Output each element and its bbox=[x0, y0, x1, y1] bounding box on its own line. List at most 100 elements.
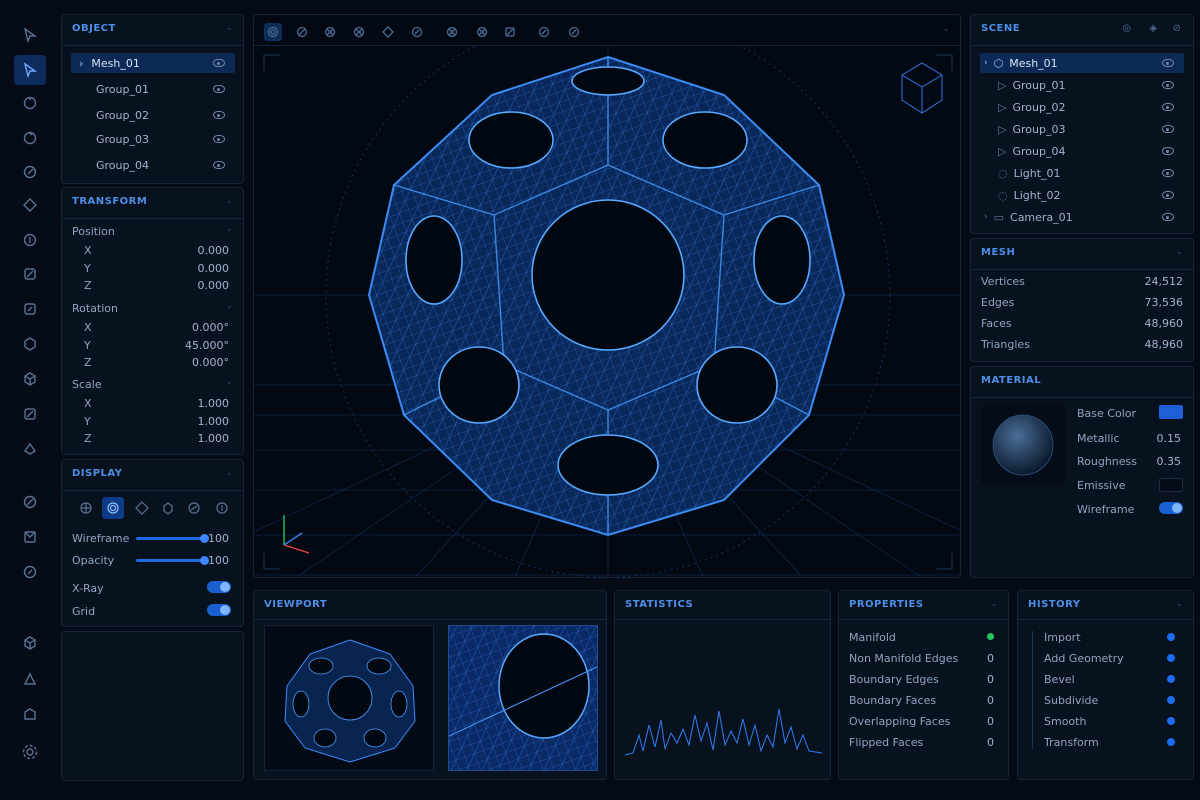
view-snap-icon[interactable] bbox=[409, 24, 425, 40]
settings-gear-icon[interactable] bbox=[14, 737, 46, 767]
scale-x-value[interactable]: 1.000 bbox=[198, 397, 230, 410]
view-pivot-icon[interactable] bbox=[444, 24, 460, 40]
scale-z-value[interactable]: 1.000 bbox=[198, 432, 230, 445]
viewport-thumbnail-full[interactable] bbox=[264, 625, 434, 771]
scene-item-camera-01[interactable]: › ▭ Camera_01 bbox=[980, 207, 1184, 227]
visibility-eye-icon[interactable] bbox=[1162, 169, 1174, 177]
mirror-tool-icon[interactable] bbox=[14, 522, 46, 552]
chevron-down-icon[interactable]: ⌄ bbox=[225, 468, 233, 478]
view-camera-icon[interactable] bbox=[474, 24, 490, 40]
view-overlay-icon[interactable] bbox=[566, 24, 582, 40]
position-x-value[interactable]: 0.000 bbox=[198, 244, 230, 257]
visibility-eye-icon[interactable] bbox=[1162, 191, 1174, 199]
scene-item-light-02[interactable]: ◌ Light_02 bbox=[980, 185, 1184, 205]
emissive-swatch[interactable] bbox=[1159, 478, 1183, 492]
viewport-thumbnail-zoom[interactable] bbox=[448, 625, 598, 771]
base-color-swatch[interactable] bbox=[1159, 405, 1183, 419]
history-item-subdivide[interactable]: Subdivide bbox=[1044, 694, 1098, 707]
scene-item-group-04[interactable]: ▷ Group_04 bbox=[980, 141, 1184, 161]
opacity-slider[interactable] bbox=[136, 556, 209, 565]
chevron-down-icon[interactable]: ⌄ bbox=[1175, 247, 1183, 257]
visibility-eye-icon[interactable] bbox=[213, 111, 225, 119]
paint-tool-icon[interactable] bbox=[14, 557, 46, 587]
visibility-eye-icon[interactable] bbox=[1162, 213, 1174, 221]
view-wire-icon[interactable] bbox=[294, 24, 310, 40]
bevel-tool-icon[interactable] bbox=[14, 434, 46, 464]
edit-tool-icon[interactable] bbox=[14, 294, 46, 324]
pointer-tool-icon[interactable] bbox=[14, 55, 46, 85]
transform-tool-icon[interactable] bbox=[14, 190, 46, 220]
visibility-eye-icon[interactable] bbox=[213, 59, 225, 67]
sculpt-tool-icon[interactable] bbox=[14, 487, 46, 517]
object-item-group-02[interactable]: Group_02 bbox=[71, 105, 235, 125]
xray-toggle[interactable] bbox=[207, 581, 231, 593]
visibility-eye-icon[interactable] bbox=[1162, 103, 1174, 111]
chevron-down-icon[interactable]: ⌄ bbox=[225, 377, 233, 387]
view-edge-icon[interactable] bbox=[351, 24, 367, 40]
visibility-eye-icon[interactable] bbox=[1162, 147, 1174, 155]
visibility-eye-icon[interactable] bbox=[1162, 81, 1174, 89]
rotation-y-value[interactable]: 45.000° bbox=[185, 339, 229, 352]
rotate-tool-icon[interactable] bbox=[14, 123, 46, 153]
display-mode-rendered-icon[interactable] bbox=[158, 498, 178, 518]
snap-tool-icon[interactable] bbox=[14, 225, 46, 255]
scale-y-value[interactable]: 1.000 bbox=[198, 415, 230, 428]
visibility-eye-icon[interactable] bbox=[1162, 59, 1174, 67]
object-item-mesh[interactable]: › Mesh_01 bbox=[71, 53, 235, 73]
history-item-smooth[interactable]: Smooth bbox=[1044, 715, 1086, 728]
wireframe-slider[interactable] bbox=[136, 534, 209, 543]
select-tool-icon[interactable] bbox=[14, 20, 46, 50]
history-item-transform[interactable]: Transform bbox=[1044, 736, 1099, 749]
rotation-z-value[interactable]: 0.000° bbox=[192, 356, 229, 369]
history-item-add-geometry[interactable]: Add Geometry bbox=[1044, 652, 1124, 665]
curve-tool-icon[interactable] bbox=[14, 664, 46, 694]
object-item-group-01[interactable]: Group_01 bbox=[71, 79, 235, 99]
visibility-eye-icon[interactable] bbox=[213, 135, 225, 143]
object-tool-icon[interactable] bbox=[14, 628, 46, 658]
visibility-eye-icon[interactable] bbox=[213, 161, 225, 169]
history-item-import[interactable]: Import bbox=[1044, 631, 1081, 644]
extrude-tool-icon[interactable] bbox=[14, 329, 46, 359]
grid-toggle[interactable] bbox=[207, 604, 231, 616]
knife-tool-icon[interactable] bbox=[14, 399, 46, 429]
display-mode-uv-icon[interactable] bbox=[212, 498, 232, 518]
display-mode-material-icon[interactable] bbox=[132, 498, 152, 518]
position-y-value[interactable]: 0.000 bbox=[198, 262, 230, 275]
view-vertex-icon[interactable] bbox=[322, 24, 338, 40]
main-viewport[interactable]: ⌄ bbox=[253, 14, 961, 578]
object-item-group-04[interactable]: Group_04 bbox=[71, 155, 235, 175]
chevron-down-icon[interactable]: ⌄ bbox=[1175, 599, 1183, 609]
cube-tool-icon[interactable] bbox=[14, 364, 46, 394]
display-mode-solid-icon[interactable] bbox=[76, 498, 96, 518]
chevron-down-icon[interactable]: ⌄ bbox=[225, 23, 233, 33]
chevron-down-icon[interactable]: ⌄ bbox=[225, 196, 233, 206]
scene-item-group-03[interactable]: ▷ Group_03 bbox=[980, 119, 1184, 139]
view-render-icon[interactable] bbox=[536, 24, 552, 40]
display-mode-wireframe-icon[interactable] bbox=[102, 497, 124, 519]
history-item-bevel[interactable]: Bevel bbox=[1044, 673, 1075, 686]
position-z-value[interactable]: 0.000 bbox=[198, 279, 230, 292]
display-mode-normals-icon[interactable] bbox=[184, 498, 204, 518]
lasso-tool-icon[interactable] bbox=[14, 88, 46, 118]
rotation-x-value[interactable]: 0.000° bbox=[192, 321, 229, 334]
material-wireframe-toggle[interactable] bbox=[1159, 502, 1183, 514]
scene-options-icon[interactable]: ⊘ bbox=[1173, 23, 1181, 34]
scene-filter-icon[interactable]: ◈ bbox=[1149, 23, 1157, 34]
visibility-eye-icon[interactable] bbox=[1162, 125, 1174, 133]
scene-add-icon[interactable]: ◎ bbox=[1122, 23, 1131, 34]
measure-tool-icon[interactable] bbox=[14, 259, 46, 289]
metallic-value[interactable]: 0.15 bbox=[1157, 432, 1182, 445]
scene-item-mesh[interactable]: › ⬡ Mesh_01 bbox=[980, 53, 1184, 73]
chevron-down-icon[interactable]: ⌄ bbox=[990, 599, 998, 609]
view-light-icon[interactable] bbox=[502, 24, 518, 40]
scale-tool-icon[interactable] bbox=[14, 157, 46, 187]
chevron-down-icon[interactable]: ⌄ bbox=[225, 301, 233, 311]
chevron-down-icon[interactable]: ⌄ bbox=[225, 224, 233, 234]
chevron-down-icon[interactable]: ⌄ bbox=[942, 24, 950, 34]
view-solid-icon[interactable] bbox=[264, 23, 282, 41]
scene-item-light-01[interactable]: ◌ Light_01 bbox=[980, 163, 1184, 183]
scene-item-group-02[interactable]: ▷ Group_02 bbox=[980, 97, 1184, 117]
scene-item-group-01[interactable]: ▷ Group_01 bbox=[980, 75, 1184, 95]
visibility-eye-icon[interactable] bbox=[213, 85, 225, 93]
view-face-icon[interactable] bbox=[380, 24, 396, 40]
